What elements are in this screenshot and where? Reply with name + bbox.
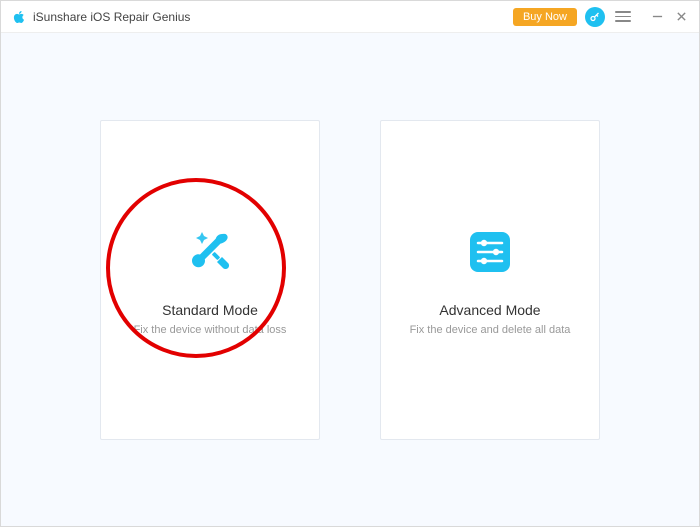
app-logo-icon (11, 9, 27, 25)
standard-mode-title: Standard Mode (162, 302, 258, 318)
standard-mode-card[interactable]: Standard Mode Fix the device without dat… (100, 120, 320, 440)
standard-mode-desc: Fix the device without data loss (134, 324, 287, 336)
tools-icon (182, 224, 238, 280)
main-content: Standard Mode Fix the device without dat… (1, 33, 699, 526)
minimize-button[interactable] (647, 7, 667, 27)
advanced-mode-card[interactable]: Advanced Mode Fix the device and delete … (380, 120, 600, 440)
close-button[interactable] (671, 7, 691, 27)
buy-now-button[interactable]: Buy Now (513, 8, 577, 26)
key-icon (589, 11, 601, 23)
advanced-mode-title: Advanced Mode (439, 302, 540, 318)
advanced-mode-desc: Fix the device and delete all data (410, 324, 571, 336)
titlebar: iSunshare iOS Repair Genius Buy Now (1, 1, 699, 33)
menu-button[interactable] (615, 9, 631, 25)
hamburger-icon (615, 11, 631, 13)
minimize-icon (652, 11, 663, 22)
key-button[interactable] (585, 7, 605, 27)
close-icon (676, 11, 687, 22)
app-title: iSunshare iOS Repair Genius (33, 10, 190, 24)
sliders-icon (462, 224, 518, 280)
